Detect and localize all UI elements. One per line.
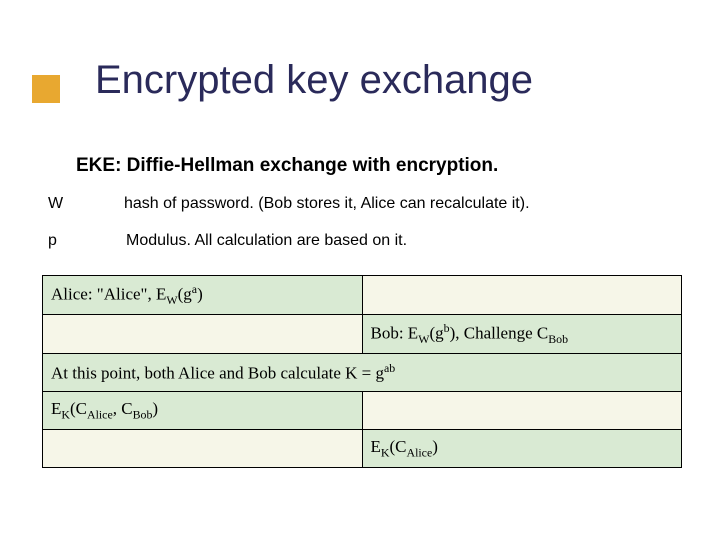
protocol-alice-msg2: EK(CAlice, CBob) bbox=[43, 392, 363, 430]
msg5-prefix: E bbox=[371, 437, 381, 456]
protocol-alice-msg1: Alice: "Alice", EW(ga) bbox=[43, 276, 363, 315]
msg2-prefix: Bob: E bbox=[371, 324, 419, 343]
protocol-row-5: EK(CAlice) bbox=[43, 430, 682, 468]
msg4-sub1: K bbox=[61, 407, 70, 421]
msg3-exp: ab bbox=[384, 361, 395, 375]
protocol-bob-msg2: EK(CAlice) bbox=[362, 430, 682, 468]
msg4-close: ) bbox=[152, 399, 158, 418]
definition-p: p Modulus. All calculation are based on … bbox=[48, 232, 407, 250]
protocol-empty-3 bbox=[362, 392, 682, 430]
definition-p-text: Modulus. All calculation are based on it… bbox=[126, 232, 407, 250]
protocol-empty-1 bbox=[362, 276, 682, 315]
protocol-table: Alice: "Alice", EW(ga) Bob: EW(gb), Chal… bbox=[42, 275, 682, 468]
msg5-open: (C bbox=[389, 437, 406, 456]
msg1-prefix: Alice: "Alice", E bbox=[51, 285, 166, 304]
protocol-empty-4 bbox=[43, 430, 363, 468]
protocol-row-1: Alice: "Alice", EW(ga) bbox=[43, 276, 682, 315]
slide-title: Encrypted key exchange bbox=[95, 58, 533, 103]
msg2-sub: W bbox=[418, 332, 429, 346]
protocol-bob-msg1: Bob: EW(gb), Challenge CBob bbox=[362, 315, 682, 354]
msg2-mid: ), Challenge C bbox=[450, 324, 549, 343]
protocol-empty-2 bbox=[43, 315, 363, 354]
definition-p-symbol: p bbox=[48, 232, 68, 250]
slide-subtitle: EKE: Diffie-Hellman exchange with encryp… bbox=[76, 155, 498, 177]
msg5-close: ) bbox=[432, 437, 438, 456]
msg3-prefix: At this point, both Alice and Bob calcul… bbox=[51, 364, 384, 383]
protocol-row-3: At this point, both Alice and Bob calcul… bbox=[43, 354, 682, 392]
msg1-g: (g bbox=[178, 285, 192, 304]
msg2-g: (g bbox=[429, 324, 443, 343]
msg4-sub3: Bob bbox=[133, 407, 153, 421]
definition-W: W hash of password. (Bob stores it, Alic… bbox=[48, 195, 530, 213]
protocol-key-calc: At this point, both Alice and Bob calcul… bbox=[43, 354, 682, 392]
msg4-open: (C bbox=[70, 399, 87, 418]
msg2-sub2: Bob bbox=[548, 332, 568, 346]
msg4-sub2: Alice bbox=[87, 407, 113, 421]
msg1-close: ) bbox=[197, 285, 203, 304]
protocol-row-4: EK(CAlice, CBob) bbox=[43, 392, 682, 430]
msg1-sub: W bbox=[166, 293, 177, 307]
protocol-row-2: Bob: EW(gb), Challenge CBob bbox=[43, 315, 682, 354]
definition-W-text: hash of password. (Bob stores it, Alice … bbox=[124, 195, 530, 213]
accent-square bbox=[32, 75, 60, 103]
msg4-prefix: E bbox=[51, 399, 61, 418]
msg4-mid: , C bbox=[113, 399, 133, 418]
msg5-sub2: Alice bbox=[406, 445, 432, 459]
definition-W-symbol: W bbox=[48, 195, 68, 213]
